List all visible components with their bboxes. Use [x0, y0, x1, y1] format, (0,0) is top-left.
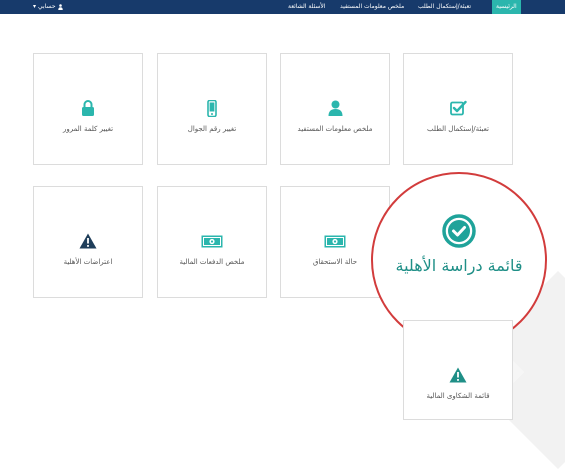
tile-label: اعتراضات الأهلية — [63, 258, 113, 266]
user-icon — [328, 100, 342, 116]
money-icon — [201, 235, 223, 248]
lock-icon — [82, 100, 94, 116]
tile-change-password[interactable]: تغيير كلمة المرور — [33, 53, 143, 165]
nav-complete-request[interactable]: تعبئة/إستكمال الطلب — [418, 0, 471, 14]
tile-label: تغيير رقم الجوال — [187, 125, 237, 133]
mobile-icon — [207, 100, 217, 117]
check-circle-icon — [442, 214, 476, 248]
checkbox-icon — [449, 100, 467, 116]
tile-label: تغيير كلمة المرور — [62, 125, 114, 133]
warning-icon — [79, 233, 97, 249]
account-menu[interactable]: ▾ حسابي — [33, 0, 63, 14]
tile-complete-request[interactable]: تعبئة/إستكمال الطلب — [403, 53, 513, 165]
tile-label: تعبئة/إستكمال الطلب — [427, 125, 489, 133]
tile-financial-complaints[interactable]: قائمة الشكاوى المالية — [403, 320, 513, 420]
nav-beneficiary-summary[interactable]: ملخص معلومات المستفيد — [340, 0, 404, 14]
tile-label: ملخص معلومات المستفيد — [297, 125, 373, 133]
top-navbar: ▾ حسابي الأسئلة الشائعة ملخص معلومات المس… — [0, 0, 565, 14]
tile-eligibility-objections[interactable]: اعتراضات الأهلية — [33, 186, 143, 298]
user-icon — [57, 3, 63, 10]
account-label: حسابي — [38, 3, 56, 10]
nav-faq[interactable]: الأسئلة الشائعة — [288, 0, 326, 14]
tile-label: ملخص الدفعات المالية — [179, 258, 245, 266]
tile-beneficiary-summary[interactable]: ملخص معلومات المستفيد — [280, 53, 390, 165]
tile-label: قائمة الشكاوى المالية — [426, 392, 490, 400]
tile-change-mobile[interactable]: تغيير رقم الجوال — [157, 53, 267, 165]
tile-payments-summary[interactable]: ملخص الدفعات المالية — [157, 186, 267, 298]
nav-home[interactable]: الرئيسية — [492, 0, 521, 14]
eligibility-study-label: قائمة دراسة الأهلية — [395, 256, 523, 275]
caret-down-icon: ▾ — [33, 3, 37, 10]
warning-icon — [449, 367, 467, 383]
money-icon — [324, 235, 346, 248]
